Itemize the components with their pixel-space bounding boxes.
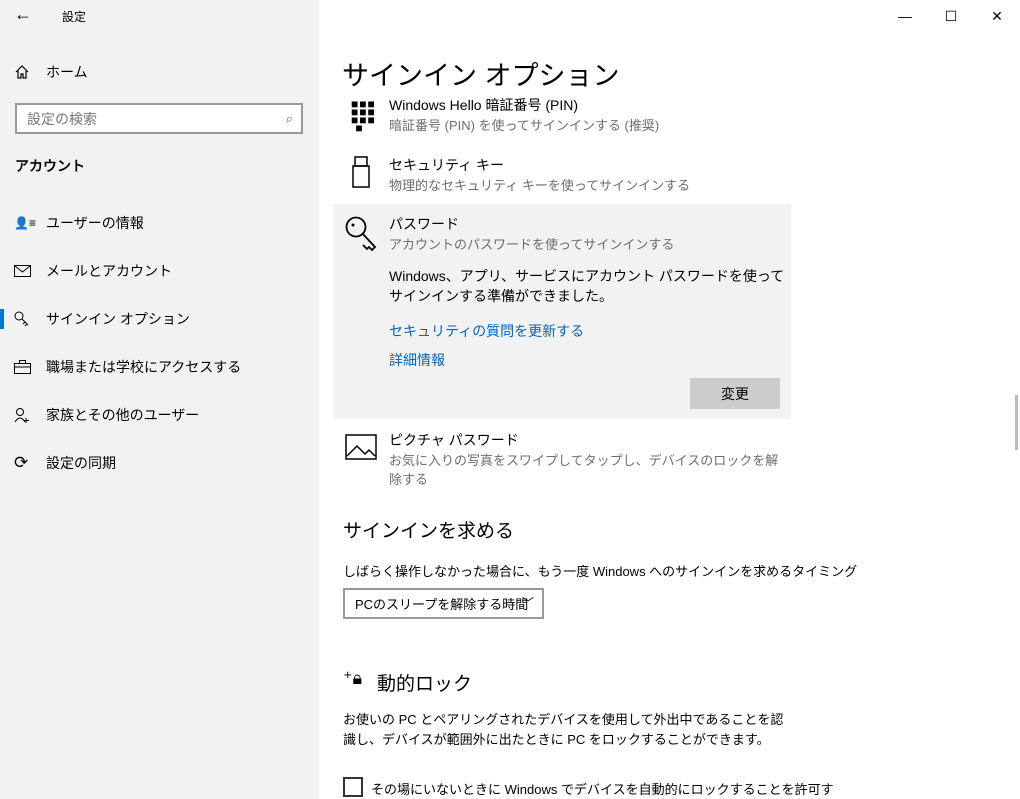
back-button[interactable]: ←	[14, 4, 32, 25]
pin-keypad-icon: ■■■ ■■■ ■■■ ■	[351, 97, 376, 135]
sidebar-item-signin-options[interactable]: サインイン オプション	[0, 299, 319, 339]
option-password-expanded: パスワード アカウントのパスワードを使ってサインインする Windows、アプリ…	[333, 204, 791, 419]
require-signin-description: しばらく操作しなかった場合に、もう一度 Windows へのサインインを求めるタ…	[343, 564, 858, 579]
nav-label: メールとアカウント	[46, 263, 172, 279]
sidebar-item-sync[interactable]: ⟳ 設定の同期	[0, 443, 319, 483]
add-user-icon	[0, 407, 46, 423]
key-icon	[0, 311, 46, 327]
search-placeholder: 設定の検索	[27, 110, 97, 127]
usb-key-icon	[351, 156, 371, 193]
maximize-button[interactable]: ☐	[928, 0, 974, 32]
option-subtitle: お気に入りの写真をスワイプしてタップし、デバイスのロックを解除する	[389, 453, 779, 487]
chevron-down-icon: ﹀	[521, 596, 534, 610]
option-pin[interactable]: ■■■ ■■■ ■■■ ■ Windows Hello 暗証番号 (PIN) 暗証番…	[333, 88, 791, 144]
dynamic-lock-checkbox-label: その場にいないときに Windows でデバイスを自動的にロックすることを許可す	[371, 782, 834, 797]
nav-label: 職場または学校にアクセスする	[46, 359, 242, 375]
password-description: Windows、アプリ、サービスにアカウント パスワードを使ってサインインする準…	[389, 268, 785, 304]
home-label: ホーム	[46, 64, 88, 80]
sidebar-item-family[interactable]: 家族とその他のユーザー	[0, 395, 319, 435]
option-subtitle: アカウントのパスワードを使ってサインインする	[389, 237, 675, 252]
mail-icon	[0, 265, 46, 277]
sidebar-item-work-school[interactable]: 職場または学校にアクセスする	[0, 347, 319, 387]
user-info-icon: 👤≡	[14, 216, 36, 230]
sidebar-item-user-info[interactable]: 👤≡ ユーザーの情報	[0, 203, 319, 243]
option-title: ピクチャ パスワード	[389, 432, 519, 448]
dynamic-lock-checkbox[interactable]	[343, 777, 363, 797]
nav-label: サインイン オプション	[46, 311, 190, 327]
option-title: セキュリティ キー	[389, 157, 505, 173]
sidebar-item-home[interactable]: ホーム	[0, 52, 319, 92]
option-title: Windows Hello 暗証番号 (PIN)	[389, 97, 579, 113]
key-icon	[345, 216, 379, 257]
briefcase-icon	[0, 360, 46, 374]
sidebar-item-mail[interactable]: メールとアカウント	[0, 251, 319, 291]
nav-label: 設定の同期	[46, 455, 116, 471]
scrollbar[interactable]	[1015, 395, 1018, 450]
dynamic-lock-heading: 動的ロック	[377, 674, 473, 695]
section-heading: アカウント	[15, 158, 85, 174]
search-input[interactable]: 設定の検索 ⌕	[15, 103, 303, 134]
update-security-questions-link[interactable]: セキュリティの質問を更新する	[389, 321, 584, 341]
learn-more-link[interactable]: 詳細情報	[389, 350, 445, 370]
window-title: 設定	[62, 10, 87, 24]
close-button[interactable]: ✕	[974, 0, 1020, 32]
nav-label: 家族とその他のユーザー	[46, 407, 200, 423]
option-title: パスワード	[389, 216, 459, 232]
require-signin-dropdown[interactable]: PCのスリープを解除する時間 ﹀	[343, 588, 544, 619]
sidebar: ← 設定 ホーム 設定の検索 ⌕ アカウント 👤≡ ユーザーの情報 メールとアカウ…	[0, 0, 319, 799]
picture-icon	[345, 434, 377, 465]
option-subtitle: 物理的なセキュリティ キーを使ってサインインする	[389, 178, 691, 193]
nav-label: ユーザーの情報	[46, 215, 144, 231]
search-icon: ⌕	[285, 111, 293, 126]
require-signin-heading: サインインを求める	[343, 521, 515, 542]
dynamic-lock-icon: ⁺🔒︎	[343, 668, 363, 688]
dynamic-lock-description: お使いの PC とペアリングされたデバイスを使用して外出中であることを認識し、デ…	[343, 712, 784, 747]
option-subtitle: 暗証番号 (PIN) を使ってサインインする (推奨)	[389, 118, 660, 133]
minimize-button[interactable]: —	[882, 0, 928, 32]
home-icon	[0, 64, 46, 80]
content-pane: — ☐ ✕ サインイン オプション ■■■ ■■■ ■■■ ■ Windows He…	[319, 0, 1020, 799]
sync-icon: ⟳	[14, 453, 29, 472]
change-password-button[interactable]: 変更	[690, 378, 780, 409]
dropdown-value: PCのスリープを解除する時間	[355, 597, 529, 612]
option-picture-password[interactable]: ピクチャ パスワード お気に入りの写真をスワイプしてタップし、デバイスのロックを…	[333, 424, 791, 487]
option-security-key[interactable]: セキュリティ キー 物理的なセキュリティ キーを使ってサインインする	[333, 148, 791, 204]
